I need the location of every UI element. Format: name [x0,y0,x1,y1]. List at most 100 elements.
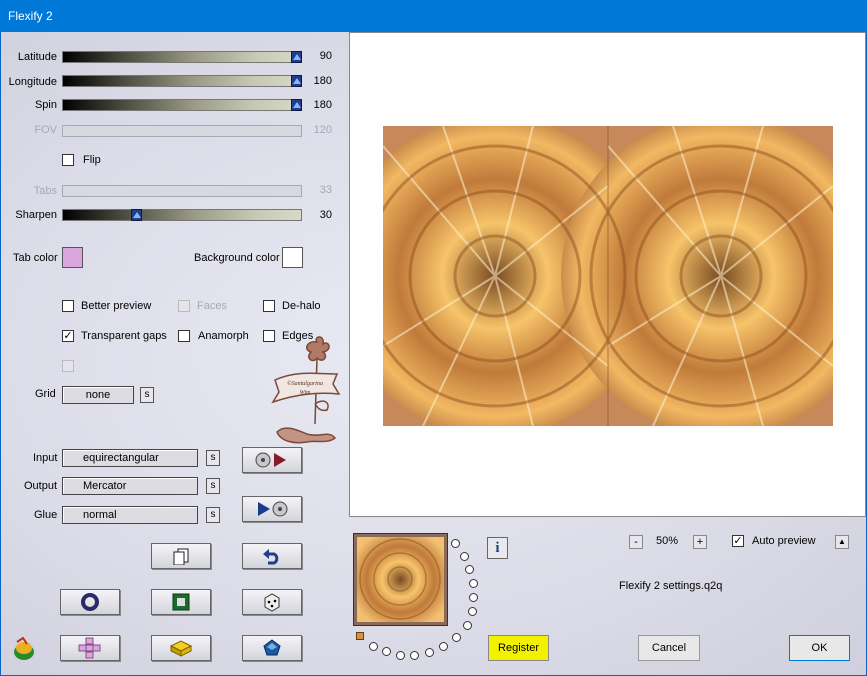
info-icon[interactable]: i [487,537,508,559]
tiles-button[interactable] [60,635,120,661]
pentagon-icon [263,639,281,656]
tabs-value: 33 [319,184,332,196]
ring-dot[interactable] [396,651,405,660]
output-transfer-button[interactable] [242,496,302,522]
output-label: Output [24,480,58,492]
ring-dot[interactable] [469,579,478,588]
window-title: Flexify 2 [8,9,53,23]
navigator-thumbnail[interactable] [353,533,448,626]
better-preview-label: Better preview [81,300,152,312]
glue-select[interactable]: normal [62,506,198,524]
ring-dot[interactable] [463,621,472,630]
cross-tiles-icon [78,637,101,659]
sharpen-label: Sharpen [15,209,57,221]
watermark-line2: Wim [300,390,311,396]
longitude-value: 180 [313,75,332,87]
anamorph-label: Anamorph [198,330,249,342]
grid-s-button[interactable]: s [140,387,154,403]
ring-dot[interactable] [425,648,434,657]
ring-button[interactable] [60,589,120,615]
background-color-label: Background color [194,252,280,264]
watermark-line1: ©Santalgarina [287,380,323,387]
register-button[interactable]: Register [488,635,549,661]
ring-dot[interactable] [410,651,419,660]
faces-label: Faces [197,300,227,312]
ring-dot[interactable] [468,607,477,616]
fov-value: 120 [313,124,332,136]
arrow-to-disc-icon [258,501,288,517]
ring-start-marker[interactable] [356,632,364,640]
de-halo-label: De-halo [282,300,321,312]
input-select[interactable]: equirectangular [62,449,198,467]
transparent-gaps-checkbox[interactable]: ✓ [62,330,74,342]
grid-label: Grid [35,388,56,400]
longitude-label: Longitude [8,76,57,88]
flip-label: Flip [83,154,101,166]
pentagon-button[interactable] [242,635,302,661]
auto-preview-label: Auto preview [752,535,816,547]
transparent-gaps-label: Transparent gaps [81,330,167,342]
glue-label: Glue [34,509,58,521]
output-select[interactable]: Mercator [62,477,198,495]
latitude-slider[interactable] [62,51,302,63]
green-square-icon [172,593,190,611]
flip-checkbox[interactable] [62,154,74,166]
thumbnail-image [357,537,444,622]
de-halo-checkbox[interactable] [263,300,275,312]
better-preview-checkbox[interactable] [62,300,74,312]
longitude-slider[interactable] [62,75,302,87]
ring-dot[interactable] [439,642,448,651]
output-s-button[interactable]: s [206,478,220,494]
ring-dot[interactable] [452,633,461,642]
dialog-client: Latitude 90 Longitude 180 Spin 180 FOV 1… [1,32,866,675]
spin-label: Spin [34,99,57,111]
undo-button[interactable] [242,543,302,569]
frame-button[interactable] [151,589,211,615]
zoom-in-button[interactable]: + [693,535,707,549]
sharpen-slider[interactable] [62,209,302,221]
plugin-logo-icon[interactable] [11,636,37,662]
sharpen-slider-thumb[interactable] [131,209,142,221]
ring-dot[interactable] [369,642,378,651]
input-label: Input [33,452,58,464]
preview-panel[interactable] [349,32,866,517]
watermark-logo: ©Santalgarina Wim [271,336,341,444]
brick-icon [169,640,193,657]
random-button[interactable] [242,589,302,615]
title-bar: Flexify 2 [0,0,867,32]
tab-color-swatch[interactable] [62,247,83,268]
tabs-slider [62,185,302,197]
disc-to-arrow-icon [255,452,286,468]
ring-dot[interactable] [451,539,460,548]
ring-icon [81,593,99,611]
input-transfer-button[interactable] [242,447,302,473]
copy-button[interactable] [151,543,211,569]
copy-page-icon [173,548,189,565]
anamorph-checkbox[interactable] [178,330,190,342]
ring-dot[interactable] [460,552,469,561]
zoom-out-button[interactable]: - [629,535,643,549]
spin-slider[interactable] [62,99,302,111]
ok-button[interactable]: OK [789,635,850,661]
latitude-value: 90 [319,50,332,62]
spin-value: 180 [313,99,332,111]
tabs-label: Tabs [33,185,57,197]
cancel-button[interactable]: Cancel [638,635,700,661]
grid-select[interactable]: none [62,386,134,404]
ring-dot[interactable] [465,565,474,574]
fov-label: FOV [34,124,57,136]
preview-image [383,126,833,426]
auto-preview-checkbox[interactable]: ✓ [732,535,744,547]
disabled-checkbox [62,360,74,372]
latitude-label: Latitude [17,51,57,63]
fov-slider [62,125,302,137]
glue-s-button[interactable]: s [206,507,220,523]
background-color-swatch[interactable] [282,247,303,268]
ring-dot[interactable] [469,593,478,602]
ring-dot[interactable] [382,647,391,656]
undo-arrow-icon [263,549,279,565]
brick-button[interactable] [151,635,211,661]
settings-filename: Flexify 2 settings.q2q [619,580,723,592]
collapse-button[interactable]: ▲ [835,535,849,549]
input-s-button[interactable]: s [206,450,220,466]
